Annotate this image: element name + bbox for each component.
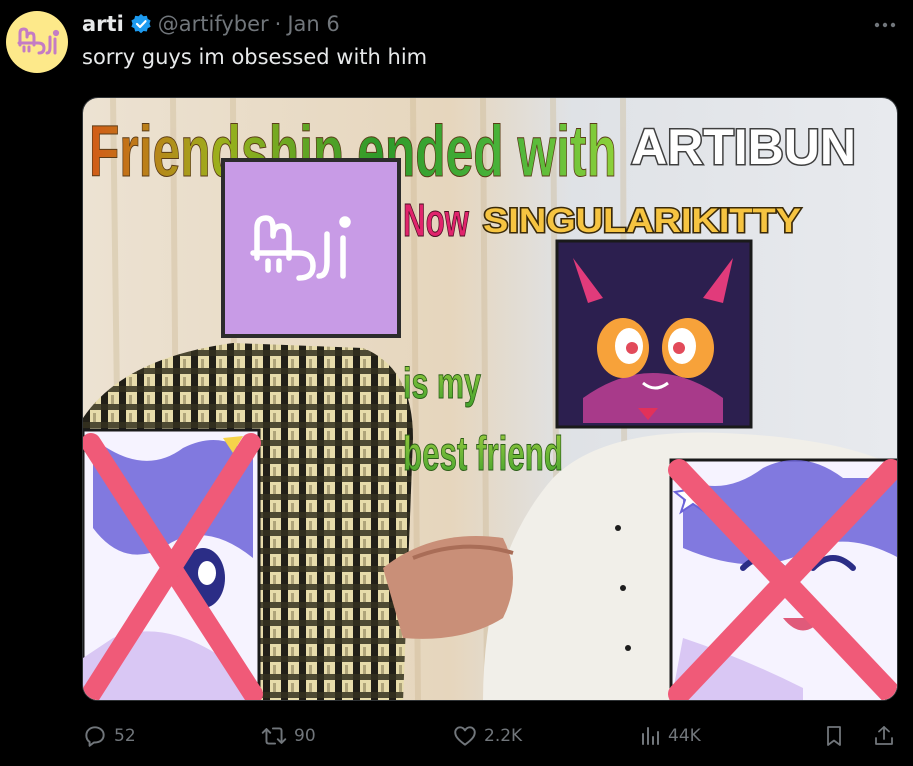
meme-line2-b: SINGULARIKITTY (483, 202, 801, 240)
repost-count: 90 (294, 726, 316, 746)
meme-line4: best friend (403, 428, 563, 481)
meme-line1-b: ARTIBUN (631, 119, 856, 175)
bookmark-button[interactable] (822, 718, 846, 754)
share-icon (875, 726, 893, 745)
author-name[interactable]: arti (82, 12, 124, 36)
tweet-text: sorry guys im obsessed with him (82, 45, 428, 69)
meme-image: Friendship ended with ARTIBUN Now SINGUL… (83, 98, 897, 700)
more-icon (874, 22, 896, 28)
like-icon (454, 726, 476, 746)
tweet-media[interactable]: Friendship ended with ARTIBUN Now SINGUL… (82, 97, 898, 701)
logo-icon (17, 27, 60, 55)
like-button[interactable]: 2.2K (452, 718, 522, 754)
meme-line3: is my (403, 359, 481, 408)
views-button[interactable]: 44K (638, 718, 701, 754)
reply-icon (85, 726, 105, 747)
tweet-header: arti @artifyber · Jan 6 (82, 9, 340, 39)
separator-dot: · (274, 12, 282, 36)
repost-button[interactable]: 90 (260, 718, 316, 754)
reply-count: 52 (114, 726, 136, 746)
tweet: arti @artifyber · Jan 6 sorry guys im ob… (0, 0, 913, 766)
views-icon (642, 727, 659, 745)
more-button[interactable] (871, 14, 899, 36)
author-handle[interactable]: @artifyber (158, 12, 269, 36)
like-count: 2.2K (484, 726, 523, 746)
reply-button[interactable]: 52 (82, 718, 136, 754)
verified-badge-icon (131, 14, 151, 34)
crossed-artibun-left (83, 428, 263, 700)
repost-icon (261, 727, 287, 745)
meme-line2-a: Now (403, 194, 469, 246)
tweet-date[interactable]: Jan 6 (287, 12, 339, 36)
share-button[interactable] (872, 718, 896, 754)
action-bar: 52 90 2.2K 44K (82, 718, 902, 754)
views-count: 44K (668, 726, 701, 746)
avatar[interactable] (6, 11, 68, 73)
crossed-artibun-right (668, 458, 897, 700)
bookmark-icon (827, 726, 841, 746)
